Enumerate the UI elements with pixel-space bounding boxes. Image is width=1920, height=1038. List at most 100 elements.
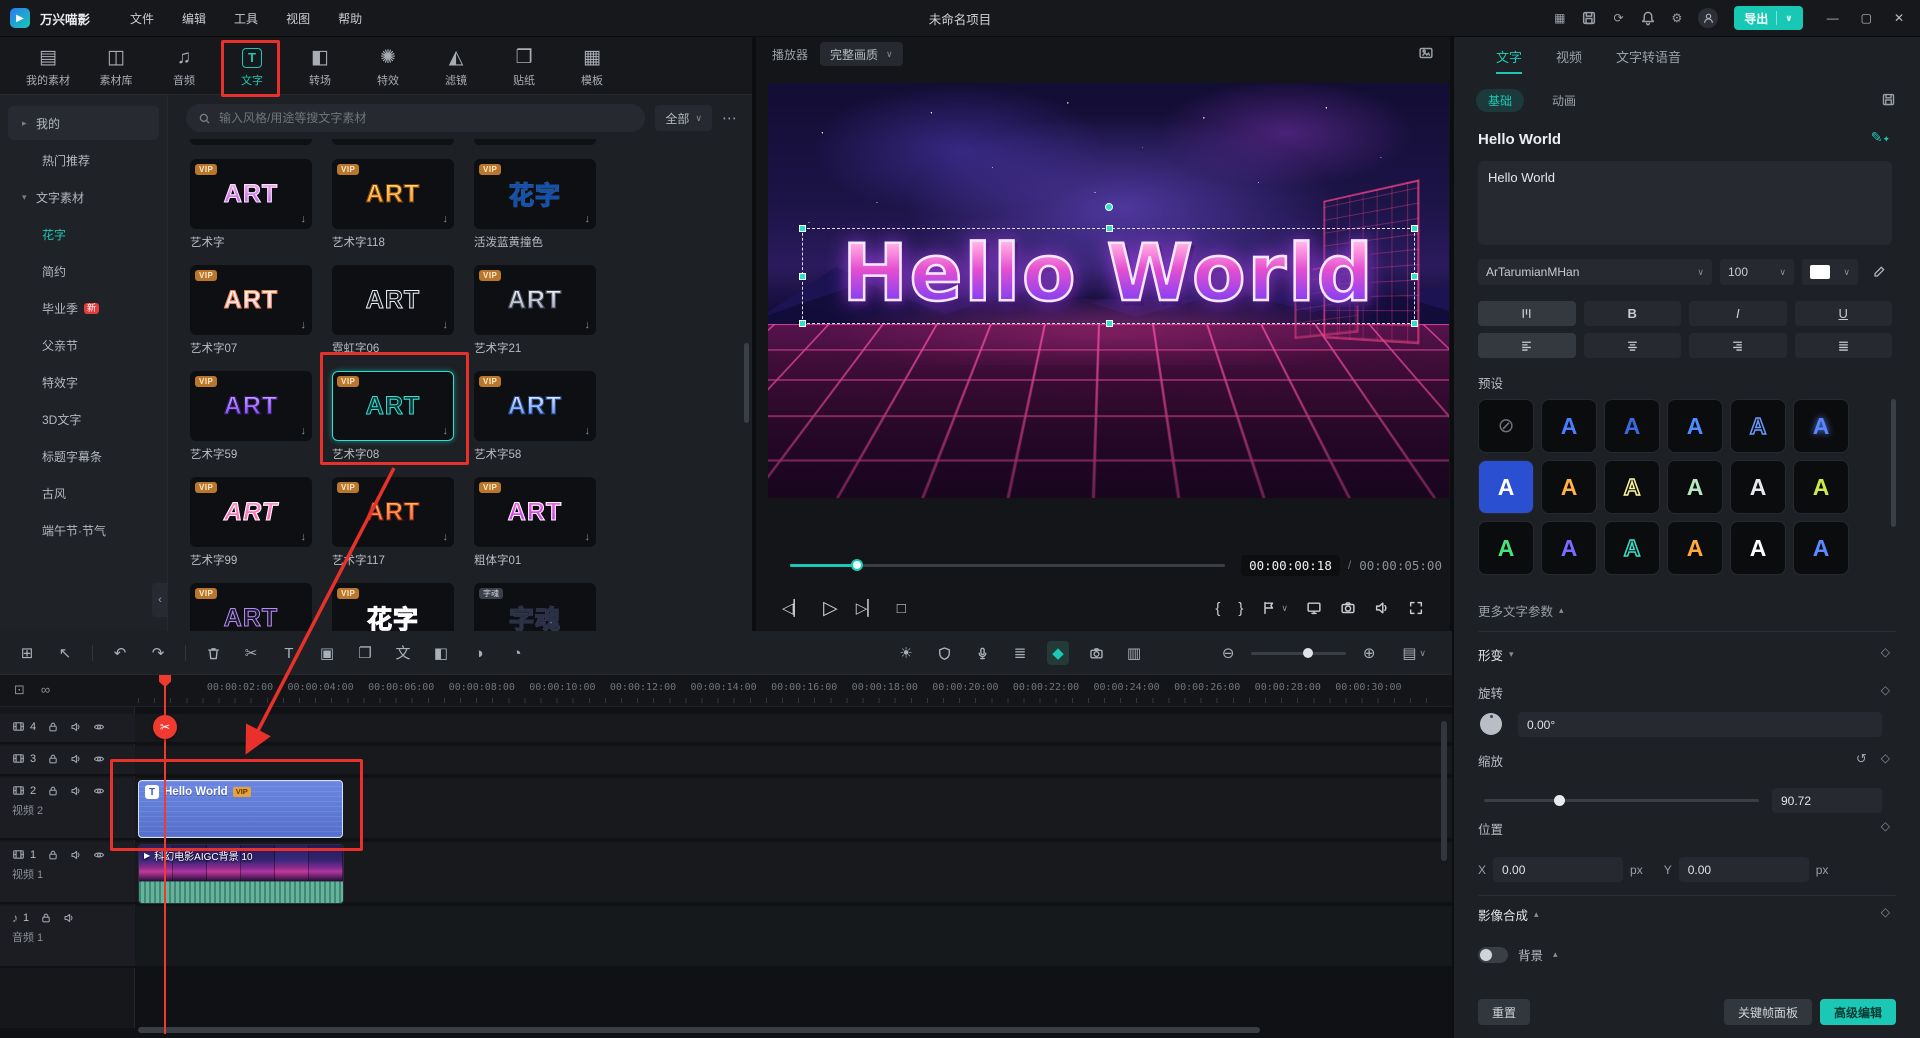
download-icon[interactable]: ↓ <box>585 425 591 437</box>
underline-button[interactable]: U <box>1795 301 1893 326</box>
sidebar-item-古风[interactable]: 古风 <box>8 476 159 510</box>
scale-slider-knob[interactable] <box>1554 795 1565 806</box>
previous-frame-button[interactable]: ◁▏ <box>782 601 805 616</box>
window-minimize-button[interactable]: — <box>1827 11 1839 25</box>
sync-button[interactable]: ⟳ <box>1613 10 1623 26</box>
download-icon[interactable]: ↓ <box>443 531 449 543</box>
rotate-knob[interactable] <box>1480 713 1502 735</box>
track-mute-button[interactable] <box>70 753 82 765</box>
video-clip[interactable]: ▶科幻电影AIGC背景 10 <box>138 844 344 904</box>
preview-image-icon[interactable] <box>1418 45 1434 64</box>
compositing-section-header[interactable]: 影像合成▴ <box>1478 905 1539 924</box>
timeline-zoom-slider[interactable] <box>1251 652 1346 655</box>
sidebar-item-简约[interactable]: 简约 <box>8 254 159 288</box>
voiceover-button[interactable] <box>971 641 993 665</box>
position-keyframe[interactable]: ◇ <box>1881 819 1890 833</box>
settings-button[interactable]: ⚙ <box>1672 10 1683 26</box>
mark-out-button[interactable]: } <box>1238 601 1243 616</box>
menu-帮助[interactable]: 帮助 <box>326 6 374 31</box>
transform-section-header[interactable]: 形变▾ <box>1478 645 1514 664</box>
menu-工具[interactable]: 工具 <box>222 6 270 31</box>
rotate-keyframe[interactable]: ◇ <box>1881 683 1890 697</box>
track-header-video-4[interactable]: 4 <box>0 714 135 744</box>
tab-文字[interactable]: 文字 <box>1496 47 1522 74</box>
speed-button[interactable]: ◔ <box>506 641 528 665</box>
progress-knob[interactable] <box>851 559 863 571</box>
text-preset-3[interactable]: A <box>1667 399 1723 453</box>
sidebar-collapse-button[interactable]: ‹ <box>152 583 168 617</box>
corner-select-all-button[interactable]: ⊡ <box>14 682 25 697</box>
italic-button[interactable]: I <box>1689 301 1787 326</box>
text-content-input[interactable]: Hello World <box>1478 161 1892 245</box>
media-tab-贴纸[interactable]: ❒贴纸 <box>490 37 558 94</box>
save-button[interactable] <box>1581 10 1597 26</box>
flag-button[interactable]: ∨ <box>1261 600 1288 616</box>
align-left-button[interactable] <box>1478 333 1576 358</box>
font-color-dropdown[interactable]: ∨ <box>1802 259 1858 285</box>
next-frame-button[interactable]: ▷▏ <box>856 601 879 616</box>
asset-item-艺术字[interactable]: ARTVIP↓艺术字 <box>190 159 312 250</box>
corner-link-clips-button[interactable]: ∞ <box>41 682 50 697</box>
notes-button[interactable]: ≣ <box>1009 641 1031 665</box>
play-button[interactable]: ▷ <box>823 599 838 618</box>
crop-button[interactable]: ▣ <box>316 641 338 665</box>
zoom-knob[interactable] <box>1303 648 1313 658</box>
track-lock-button[interactable] <box>47 849 59 861</box>
bell-button[interactable] <box>1640 10 1656 26</box>
text-preset-10[interactable]: A <box>1730 460 1786 514</box>
app-logo-icon[interactable]: ▶ <box>10 8 30 28</box>
zoom-in-button[interactable]: ⊕ <box>1358 641 1380 665</box>
undo-button[interactable]: ↶ <box>109 641 131 665</box>
ai-write-icon[interactable]: ✎✦ <box>1871 129 1890 146</box>
text-preset-9[interactable]: A <box>1667 460 1723 514</box>
text-clip[interactable]: T Hello World VIP <box>138 780 343 838</box>
sidebar-item-父亲节[interactable]: 父亲节 <box>8 328 159 362</box>
eyedropper-icon[interactable] <box>1866 265 1892 279</box>
asset-item[interactable]: ARTVIP↓ <box>190 583 312 631</box>
scale-value-input[interactable] <box>1772 788 1882 813</box>
compositing-keyframe[interactable]: ◇ <box>1881 905 1890 919</box>
text-preset-16[interactable]: A <box>1730 521 1786 575</box>
download-icon[interactable]: ↓ <box>301 213 307 225</box>
avatar[interactable] <box>1698 8 1718 28</box>
asset-item-霓虹字06[interactable]: ART↓霓虹字06 <box>332 265 454 356</box>
keyframe-panel-button[interactable]: 关键帧面板 <box>1724 999 1812 1025</box>
asset-item-艺术字118[interactable]: ARTVIP↓艺术字118 <box>332 159 454 250</box>
text-preset-13[interactable]: A <box>1541 521 1597 575</box>
track-visibility-button[interactable] <box>93 785 105 797</box>
more-params-toggle[interactable]: 更多文字参数▴ <box>1478 601 1564 620</box>
mask-button[interactable]: ◑ <box>468 641 490 665</box>
download-icon[interactable]: ↓ <box>301 531 307 543</box>
asset-item[interactable]: 字魂字魂↓ <box>474 583 596 631</box>
sidebar-item-特效字[interactable]: 特效字 <box>8 365 159 399</box>
media-tab-素材库[interactable]: ◫素材库 <box>82 37 150 94</box>
track-mute-button[interactable] <box>70 849 82 861</box>
keyframe-diamond-icon[interactable]: ◇ <box>1881 645 1890 659</box>
export-button[interactable]: 导出 ∨ <box>1734 6 1802 30</box>
select-tool-button[interactable]: ↖ <box>54 641 76 665</box>
asset-item-活泼蓝黄撞色[interactable]: 花字VIP↓活泼蓝黄撞色 <box>474 159 596 250</box>
mark-in-button[interactable]: { <box>1215 601 1220 616</box>
track-header-video-2[interactable]: 2视频 2 <box>0 778 135 840</box>
media-tab-模板[interactable]: ▦模板 <box>558 37 626 94</box>
split-scissors-badge[interactable]: ✂ <box>153 715 177 739</box>
redo-button[interactable]: ↷ <box>147 641 169 665</box>
playback-progress-slider[interactable] <box>790 564 1225 567</box>
subtab-动画[interactable]: 动画 <box>1540 89 1588 112</box>
sidebar-item-热门推荐[interactable]: 热门推荐 <box>8 143 159 177</box>
media-tab-文字[interactable]: T文字 <box>218 37 286 94</box>
sidebar-item-3D文字[interactable]: 3D文字 <box>8 402 159 436</box>
video-viewport[interactable]: Hello World <box>768 83 1449 498</box>
timeline-ruler[interactable]: ⊡∞ 00:00:02:0000:00:04:0000:00:06:0000:0… <box>0 675 1452 707</box>
fullscreen-button[interactable] <box>1408 600 1424 616</box>
media-tab-特效[interactable]: ✺特效 <box>354 37 422 94</box>
sidebar-item-文字素材[interactable]: ▾文字素材 <box>8 180 159 214</box>
font-size-dropdown[interactable]: 100 ∨ <box>1720 259 1794 285</box>
stop-button[interactable]: □ <box>897 601 906 616</box>
download-icon[interactable]: ↓ <box>443 425 449 437</box>
sidebar-item-端午节·节气[interactable]: 端午节·节气 <box>8 513 159 547</box>
download-icon[interactable]: ↓ <box>443 319 449 331</box>
scale-slider[interactable] <box>1484 799 1759 802</box>
position-x-input[interactable] <box>1493 857 1623 882</box>
keyframe-button[interactable]: ◆ <box>1047 641 1069 665</box>
